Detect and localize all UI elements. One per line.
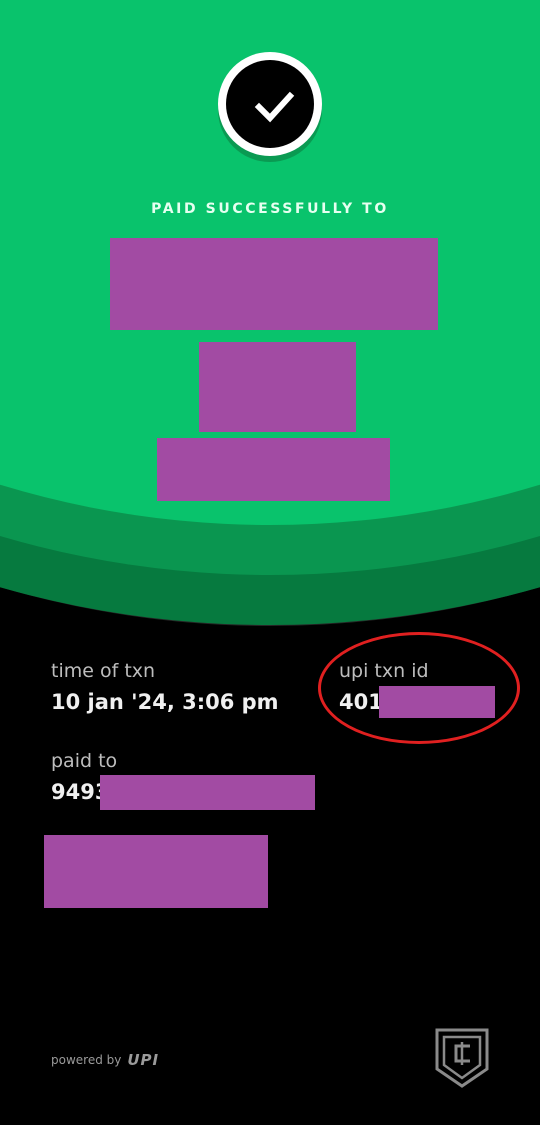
success-check-badge xyxy=(218,52,322,156)
paid-status-label: PAID SUCCESSFULLY TO xyxy=(151,201,389,217)
highlight-ring xyxy=(318,632,520,744)
time-of-txn-label: time of txn xyxy=(51,660,156,682)
redacted-extra-info xyxy=(44,835,268,908)
powered-by-upi: powered by UPI xyxy=(51,1051,159,1069)
powered-by-label: powered by xyxy=(51,1053,122,1067)
redacted-payee-line-2 xyxy=(199,342,356,432)
shield-logo-icon xyxy=(435,1028,489,1088)
redacted-payee-line-3 xyxy=(157,438,390,501)
paid-to-label: paid to xyxy=(51,750,118,772)
redacted-payee-name xyxy=(110,238,438,330)
time-of-txn-value: 10 jan '24, 3:06 pm xyxy=(51,690,279,714)
upi-logo-icon: UPI xyxy=(127,1051,160,1069)
redacted-paid-to xyxy=(100,775,315,810)
success-header-background xyxy=(0,0,540,626)
check-icon xyxy=(254,91,295,123)
